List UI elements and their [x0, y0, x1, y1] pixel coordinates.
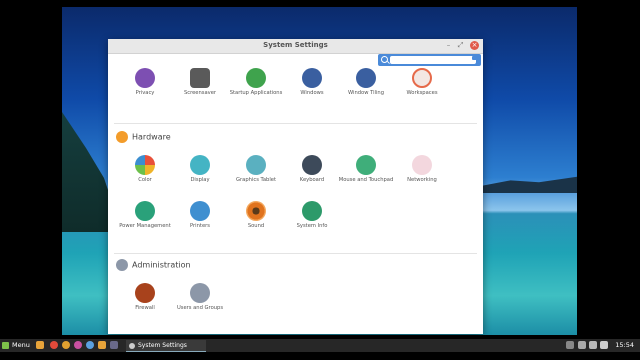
display-icon [190, 155, 210, 175]
item-label: Windows [300, 90, 324, 96]
wrench-icon [116, 131, 128, 143]
mint-logo-icon [2, 341, 9, 349]
update-shield-icon[interactable] [589, 341, 597, 349]
window-title: System Settings [263, 41, 328, 49]
screensaver-icon [190, 68, 210, 88]
launcher-icon[interactable] [110, 341, 118, 349]
firefox-icon[interactable] [62, 341, 70, 349]
item-label: Firewall [135, 305, 155, 311]
folder-icon[interactable] [98, 341, 106, 349]
administration-title: Administration [132, 260, 191, 270]
hardware-heading: Hardware [116, 131, 171, 143]
item-label: Networking [407, 177, 437, 183]
item-system-info[interactable]: System Info [282, 201, 342, 229]
workspaces-icon [412, 68, 432, 88]
item-label: Graphics Tablet [235, 177, 276, 183]
settings-content: Privacy Screensaver Startup Applications… [108, 66, 483, 334]
menu-label: Menu [12, 341, 30, 349]
admin-icon [116, 259, 128, 271]
settings-icon [129, 342, 135, 349]
item-color[interactable]: Color [115, 155, 175, 183]
item-label: Sound [247, 223, 265, 229]
system-settings-window: System Settings – ⤢ × Privacy Screensave… [108, 39, 483, 334]
item-networking[interactable]: Networking [392, 155, 452, 183]
taskbar: Menu System Settings 15:54 [0, 339, 640, 352]
titlebar[interactable]: System Settings – ⤢ × [108, 39, 483, 54]
search-input[interactable] [390, 56, 476, 64]
launcher-icon[interactable] [74, 341, 82, 349]
speaker-icon [246, 201, 266, 221]
item-label: Screensaver [183, 90, 217, 96]
item-workspaces[interactable]: Workspaces [392, 68, 452, 96]
item-label: Workspaces [406, 90, 438, 96]
info-icon [302, 201, 322, 221]
item-privacy[interactable]: Privacy [115, 68, 175, 96]
task-label: System Settings [138, 342, 187, 349]
display-icon[interactable] [578, 341, 586, 349]
network-icon[interactable] [566, 341, 574, 349]
item-power-management[interactable]: Power Management [115, 201, 175, 229]
item-label: Window Tiling [347, 90, 384, 96]
item-users-groups[interactable]: Users and Groups [170, 283, 230, 311]
windows-icon [302, 68, 322, 88]
section-divider [114, 123, 477, 124]
item-label: Startup Applications [229, 90, 283, 96]
item-sound[interactable]: Sound [226, 201, 286, 229]
search-icon [381, 56, 388, 63]
item-label: Color [138, 177, 152, 183]
launcher-icon[interactable] [86, 341, 94, 349]
item-window-tiling[interactable]: Window Tiling [336, 68, 396, 96]
keyboard-icon [302, 155, 322, 175]
item-mouse-touchpad[interactable]: Mouse and Touchpad [336, 155, 396, 183]
volume-icon[interactable] [600, 341, 608, 349]
network-icon [412, 155, 432, 175]
folder-icon[interactable] [36, 341, 44, 349]
close-button[interactable]: × [470, 41, 479, 50]
maximize-button[interactable]: ⤢ [456, 41, 465, 50]
window-tiling-icon [356, 68, 376, 88]
item-display[interactable]: Display [170, 155, 230, 183]
item-label: Display [190, 177, 210, 183]
clear-icon[interactable] [472, 56, 478, 60]
item-firewall[interactable]: Firewall [115, 283, 175, 311]
section-divider [114, 253, 477, 254]
item-printers[interactable]: Printers [170, 201, 230, 229]
color-icon [135, 155, 155, 175]
firewall-icon [135, 283, 155, 303]
item-label: Users and Groups [176, 305, 224, 311]
item-label: Privacy [135, 90, 155, 96]
item-label: Mouse and Touchpad [338, 177, 394, 183]
item-label: Keyboard [299, 177, 325, 183]
item-windows[interactable]: Windows [282, 68, 342, 96]
printer-icon [190, 201, 210, 221]
administration-heading: Administration [116, 259, 191, 271]
item-graphics-tablet[interactable]: Graphics Tablet [226, 155, 286, 183]
graphics-tablet-icon [246, 155, 266, 175]
item-startup-applications[interactable]: Startup Applications [226, 68, 286, 96]
menu-button[interactable]: Menu [2, 339, 30, 352]
chrome-icon[interactable] [50, 341, 58, 349]
item-label: Power Management [119, 223, 171, 229]
clock[interactable]: 15:54 [615, 339, 634, 352]
task-system-settings[interactable]: System Settings [126, 340, 206, 352]
users-icon [190, 283, 210, 303]
item-screensaver[interactable]: Screensaver [170, 68, 230, 96]
mouse-icon [356, 155, 376, 175]
minimize-button[interactable]: – [444, 41, 453, 50]
search-bar [378, 54, 481, 66]
privacy-icon [135, 68, 155, 88]
hardware-title: Hardware [132, 132, 171, 142]
item-label: System Info [296, 223, 328, 229]
power-icon [246, 68, 266, 88]
item-keyboard[interactable]: Keyboard [282, 155, 342, 183]
battery-icon [135, 201, 155, 221]
wallpaper-hills [482, 176, 577, 193]
item-label: Printers [190, 223, 210, 229]
